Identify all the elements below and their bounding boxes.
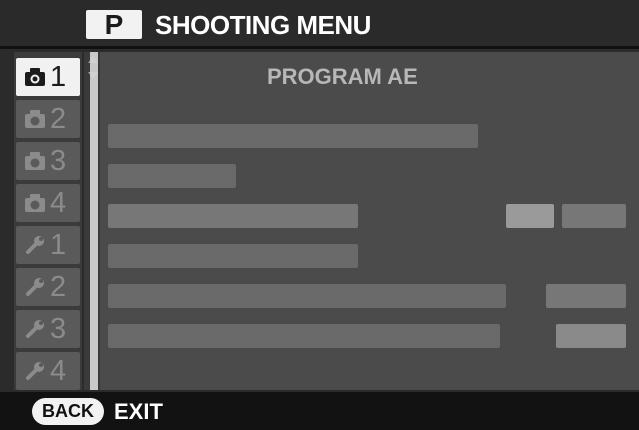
camera-menu-screen: P SHOOTING MENU 1 2 3 4 1 2 3 4 PROGRAM … [0, 0, 639, 430]
tab-setup-3[interactable]: 3 [16, 310, 80, 348]
tab-shooting-3[interactable]: 3 [16, 142, 80, 180]
menu-row[interactable] [100, 236, 639, 276]
menu-header: P SHOOTING MENU [0, 0, 639, 49]
tab-number: 1 [50, 229, 67, 261]
menu-row[interactable] [100, 116, 639, 156]
tab-setup-2[interactable]: 2 [16, 268, 80, 306]
tab-setup-4[interactable]: 4 [16, 352, 80, 390]
tab-shooting-1[interactable]: 1 [16, 58, 80, 96]
tab-shooting-2[interactable]: 2 [16, 100, 80, 138]
menu-row[interactable] [100, 196, 639, 236]
exit-label: EXIT [114, 399, 163, 424]
tab-number: 2 [50, 103, 67, 135]
menu-row[interactable] [100, 316, 639, 356]
tab-number: 4 [50, 355, 67, 387]
tab-number: 3 [50, 145, 67, 177]
wrench-icon [26, 362, 44, 380]
camera-icon [25, 110, 45, 128]
menu-footer: BACK EXIT [0, 392, 639, 430]
tab-number: 3 [50, 313, 67, 345]
menu-row[interactable] [100, 156, 639, 196]
camera-icon [25, 194, 45, 212]
panel-divider [90, 52, 98, 390]
wrench-icon [26, 236, 44, 254]
tab-number: 1 [50, 61, 67, 93]
menu-row[interactable] [100, 276, 639, 316]
tab-shooting-4[interactable]: 4 [16, 184, 80, 222]
panel-title: PROGRAM AE [267, 64, 418, 89]
menu-panel: PROGRAM AE [100, 52, 639, 390]
wrench-icon [26, 278, 44, 296]
wrench-icon [26, 320, 44, 338]
menu-tabs: 1 2 3 4 1 2 3 4 [14, 52, 82, 390]
tab-setup-1[interactable]: 1 [16, 226, 80, 264]
camera-icon [25, 152, 45, 170]
tab-number: 4 [50, 187, 67, 219]
tab-number: 2 [50, 271, 67, 303]
camera-icon [25, 68, 45, 86]
back-button[interactable]: BACK [32, 398, 104, 425]
menu-title: SHOOTING MENU [155, 10, 371, 40]
shooting-mode-badge: P [86, 10, 142, 39]
